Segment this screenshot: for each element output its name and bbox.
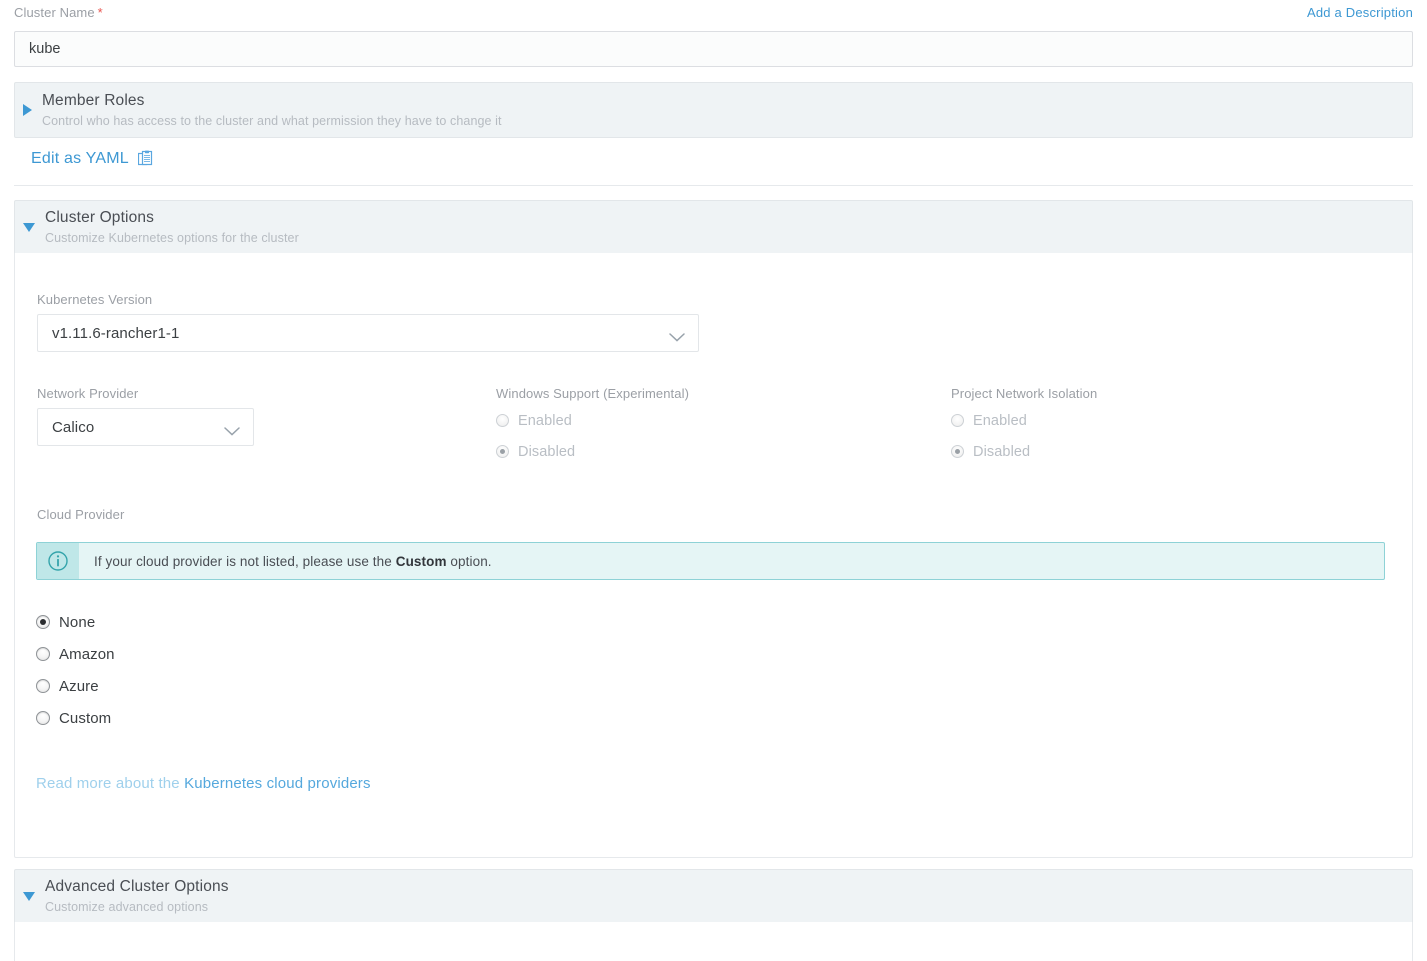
radio-label: Enabled bbox=[518, 412, 572, 429]
section-subtitle: Customize Kubernetes options for the clu… bbox=[45, 231, 299, 245]
radio-icon-selected[interactable] bbox=[951, 445, 964, 458]
section-texts: Cluster Options Customize Kubernetes opt… bbox=[45, 208, 299, 246]
section-title: Member Roles bbox=[42, 92, 145, 109]
cloud-provider-label-wrap: Cloud Provider bbox=[37, 507, 124, 529]
cloud-provider-option-amazon[interactable]: Amazon bbox=[36, 642, 115, 666]
network-provider-field: Network Provider Calico bbox=[37, 386, 254, 446]
radio-label: Disabled bbox=[518, 443, 576, 460]
network-provider-value: Calico bbox=[52, 418, 95, 436]
radio-icon[interactable] bbox=[36, 711, 50, 725]
cluster-name-field-group: Cluster Name * Add a Description bbox=[14, 4, 1413, 67]
section-subtitle: Control who has access to the cluster an… bbox=[42, 114, 502, 128]
clipboard-icon bbox=[137, 150, 154, 168]
chevron-down-icon bbox=[669, 329, 685, 347]
radio-label: Custom bbox=[59, 709, 112, 727]
cluster-name-label: Cluster Name * bbox=[14, 5, 103, 20]
triangle-right-icon[interactable] bbox=[23, 104, 32, 116]
radio-icon[interactable] bbox=[496, 414, 509, 427]
cloud-provider-radio-group: None Amazon Azure Custom bbox=[36, 610, 115, 738]
radio-label: None bbox=[59, 613, 96, 631]
windows-support-option-disabled[interactable]: Disabled bbox=[496, 440, 916, 463]
edit-as-yaml-button[interactable]: Edit as YAML bbox=[31, 150, 154, 168]
radio-label: Azure bbox=[59, 677, 99, 695]
section-title: Advanced Cluster Options bbox=[45, 878, 229, 895]
section-subtitle: Customize advanced options bbox=[45, 900, 209, 914]
windows-support-field: Windows Support (Experimental) Enabled D… bbox=[496, 386, 916, 463]
cloud-provider-notice-text: If your cloud provider is not listed, pl… bbox=[94, 554, 492, 569]
kubernetes-version-label: Kubernetes Version bbox=[37, 292, 153, 307]
radio-icon-selected[interactable] bbox=[496, 445, 509, 458]
windows-support-label: Windows Support (Experimental) bbox=[496, 386, 690, 401]
network-provider-label: Network Provider bbox=[37, 386, 139, 401]
windows-support-option-enabled[interactable]: Enabled bbox=[496, 409, 916, 432]
cloud-provider-label: Cloud Provider bbox=[37, 507, 125, 522]
cluster-config-form: Cluster Name* Add a Description Member R… bbox=[0, 0, 1427, 961]
project-network-isolation-label: Project Network Isolation bbox=[951, 386, 1098, 401]
radio-icon-selected[interactable] bbox=[36, 615, 50, 629]
cluster-name-input[interactable] bbox=[14, 31, 1413, 67]
cloud-provider-option-azure[interactable]: Azure bbox=[36, 674, 115, 698]
radio-icon[interactable] bbox=[951, 414, 964, 427]
network-provider-select[interactable]: Calico bbox=[37, 408, 254, 446]
section-header-member-roles[interactable]: Member Roles Control who has access to t… bbox=[14, 82, 1413, 138]
radio-icon[interactable] bbox=[36, 679, 50, 693]
radio-label: Disabled bbox=[973, 443, 1031, 460]
chevron-down-icon bbox=[224, 423, 240, 441]
radio-label: Enabled bbox=[973, 412, 1027, 429]
cloud-provider-option-none[interactable]: None bbox=[36, 610, 115, 634]
cloud-provider-read-more: Read more about the Kubernetes cloud pro… bbox=[36, 775, 371, 792]
section-texts: Advanced Cluster Options Customize advan… bbox=[45, 877, 229, 915]
section-header-advanced-cluster-options[interactable]: Advanced Cluster Options Customize advan… bbox=[14, 869, 1413, 923]
kubernetes-cloud-providers-link[interactable]: Kubernetes cloud providers bbox=[184, 775, 371, 792]
notice-text-before: If your cloud provider is not listed, pl… bbox=[94, 553, 396, 569]
cloud-provider-option-custom[interactable]: Custom bbox=[36, 706, 115, 730]
cloud-provider-notice: If your cloud provider is not listed, pl… bbox=[36, 542, 1385, 580]
edit-as-yaml-label: Edit as YAML bbox=[31, 150, 129, 167]
edit-as-yaml-row: Edit as YAML bbox=[14, 148, 1413, 186]
section-title: Cluster Options bbox=[45, 209, 155, 226]
triangle-down-icon[interactable] bbox=[23, 222, 35, 232]
triangle-down-icon[interactable] bbox=[23, 891, 35, 901]
kubernetes-version-field: Kubernetes Version v1.11.6-rancher1-1 bbox=[37, 292, 699, 352]
cluster-name-label-row: Cluster Name * Add a Description bbox=[14, 4, 1413, 26]
section-texts: Member Roles Control who has access to t… bbox=[42, 91, 502, 129]
project-network-isolation-option-enabled[interactable]: Enabled bbox=[951, 409, 1371, 432]
radio-label: Amazon bbox=[59, 645, 115, 663]
section-header-cluster-options[interactable]: Cluster Options Customize Kubernetes opt… bbox=[14, 200, 1413, 254]
kubernetes-version-select[interactable]: v1.11.6-rancher1-1 bbox=[37, 314, 699, 352]
info-icon bbox=[37, 543, 79, 579]
project-network-isolation-field: Project Network Isolation Enabled Disabl… bbox=[951, 386, 1371, 463]
add-description-link[interactable]: Add a Description bbox=[1307, 5, 1413, 20]
project-network-isolation-option-disabled[interactable]: Disabled bbox=[951, 440, 1371, 463]
advanced-cluster-options-panel bbox=[14, 922, 1413, 961]
read-more-prefix: Read more about the bbox=[36, 775, 185, 792]
required-asterisk: * bbox=[97, 5, 103, 20]
radio-icon[interactable] bbox=[36, 647, 50, 661]
notice-text-after: option. bbox=[446, 553, 492, 569]
notice-text-bold: Custom bbox=[395, 553, 447, 569]
kubernetes-version-value: v1.11.6-rancher1-1 bbox=[52, 324, 180, 342]
